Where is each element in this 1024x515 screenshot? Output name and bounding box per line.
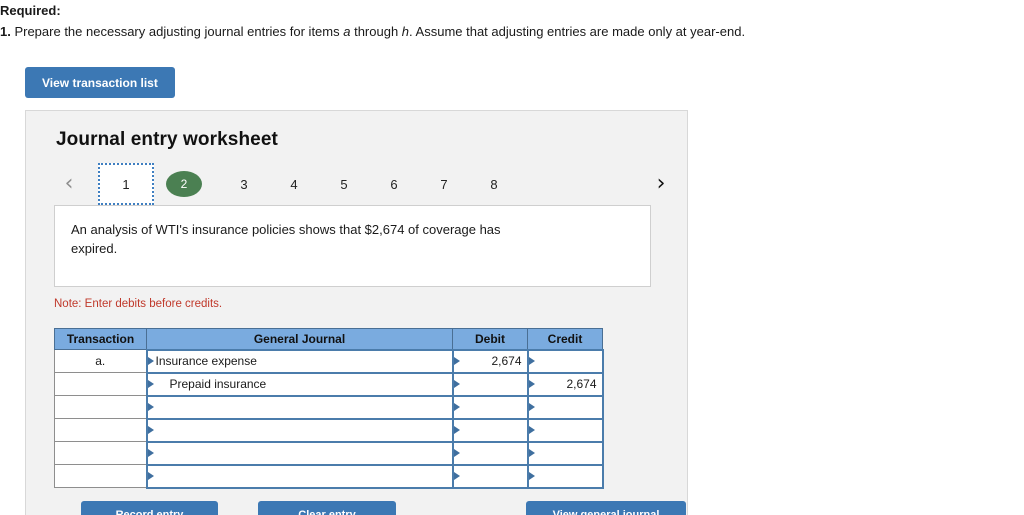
cell-account[interactable]: Insurance expense xyxy=(145,348,454,374)
required-instruction: 1. Prepare the necessary adjusting journ… xyxy=(0,19,1000,41)
cell-credit[interactable] xyxy=(526,348,604,374)
cell-marker-icon xyxy=(453,472,460,480)
view-transaction-list-button[interactable]: View transaction list xyxy=(25,67,175,98)
cell-marker-icon xyxy=(147,403,154,411)
clear-entry-button[interactable]: Clear entry xyxy=(258,501,396,515)
table-row xyxy=(54,440,604,466)
cell-debit[interactable] xyxy=(451,394,529,420)
chevron-right-icon[interactable]: › xyxy=(646,163,676,205)
required-item-to: h xyxy=(401,24,410,39)
required-section: Required: 1. Prepare the necessary adjus… xyxy=(0,0,1000,41)
cell-debit[interactable] xyxy=(451,417,529,443)
cell-credit-value: 2,674 xyxy=(566,377,597,391)
cell-marker-icon xyxy=(453,357,460,365)
tab-entry-4[interactable]: 4 xyxy=(276,163,312,205)
required-number: 1. xyxy=(0,24,11,39)
table-row xyxy=(54,417,604,443)
table-row xyxy=(54,463,604,489)
cell-account-value: Insurance expense xyxy=(155,354,257,368)
panel-title: Journal entry worksheet xyxy=(56,129,278,150)
cell-debit[interactable]: 2,674 xyxy=(451,348,529,374)
cell-account-value: Prepaid insurance xyxy=(169,377,267,391)
cell-marker-icon xyxy=(528,472,535,480)
table-header-row: Transaction General Journal Debit Credit xyxy=(54,328,603,350)
cell-marker-icon xyxy=(147,357,154,365)
chevron-left-icon[interactable]: ‹ xyxy=(54,163,84,205)
column-header-general-journal: General Journal xyxy=(146,328,453,350)
cell-account[interactable] xyxy=(145,440,454,466)
cell-marker-icon xyxy=(528,380,535,388)
worksheet-tab-strip: ‹ 1 2 3 4 5 6 7 8 › xyxy=(54,163,676,205)
cell-account[interactable] xyxy=(145,394,454,420)
cell-transaction[interactable] xyxy=(54,464,147,488)
cell-transaction[interactable] xyxy=(54,418,147,442)
tab-entry-7[interactable]: 7 xyxy=(426,163,462,205)
tab-entry-5[interactable]: 5 xyxy=(326,163,362,205)
cell-credit[interactable]: 2,674 xyxy=(526,371,604,397)
cell-marker-icon xyxy=(528,403,535,411)
table-row: Prepaid insurance 2,674 xyxy=(54,371,604,397)
tab-entry-6[interactable]: 6 xyxy=(376,163,412,205)
page-root: Required: 1. Prepare the necessary adjus… xyxy=(0,0,1024,515)
cell-transaction[interactable] xyxy=(54,441,147,465)
cell-account[interactable] xyxy=(145,417,454,443)
cell-marker-icon xyxy=(453,426,460,434)
cell-account[interactable] xyxy=(145,463,454,489)
cell-marker-icon xyxy=(528,449,535,457)
journal-entry-worksheet-panel: Journal entry worksheet ‹ 1 2 3 4 5 6 7 … xyxy=(25,110,688,515)
cell-account[interactable]: Prepaid insurance xyxy=(145,371,454,397)
tab-entry-2[interactable]: 2 xyxy=(166,171,202,197)
view-general-journal-button[interactable]: View general journal xyxy=(526,501,686,515)
cell-marker-icon xyxy=(453,449,460,457)
table-row xyxy=(54,394,604,420)
column-header-debit: Debit xyxy=(452,328,528,350)
table-row: a. Insurance expense 2,674 xyxy=(54,348,604,374)
cell-transaction[interactable] xyxy=(54,372,147,396)
column-header-credit: Credit xyxy=(527,328,603,350)
cell-marker-icon xyxy=(147,426,154,434)
journal-entry-table: Transaction General Journal Debit Credit… xyxy=(54,328,604,489)
cell-transaction[interactable] xyxy=(54,395,147,419)
cell-marker-icon xyxy=(528,426,535,434)
cell-credit[interactable] xyxy=(526,394,604,420)
cell-credit[interactable] xyxy=(526,440,604,466)
cell-marker-icon xyxy=(147,449,154,457)
required-text-1: Prepare the necessary adjusting journal … xyxy=(10,24,344,39)
required-text-3: . Assume that adjusting entries are made… xyxy=(409,24,746,39)
question-text: An analysis of WTI's insurance policies … xyxy=(71,222,501,256)
required-text-2: through xyxy=(350,24,402,39)
cell-debit[interactable] xyxy=(451,440,529,466)
record-entry-button[interactable]: Record entry xyxy=(81,501,218,515)
cell-marker-icon xyxy=(528,357,535,365)
tab-entry-3[interactable]: 3 xyxy=(226,163,262,205)
cell-credit[interactable] xyxy=(526,463,604,489)
debits-before-credits-note: Note: Enter debits before credits. xyxy=(54,298,223,310)
cell-debit[interactable] xyxy=(451,371,529,397)
question-box: An analysis of WTI's insurance policies … xyxy=(54,205,651,287)
cell-marker-icon xyxy=(453,403,460,411)
cell-marker-icon xyxy=(147,472,154,480)
tab-entry-8[interactable]: 8 xyxy=(476,163,512,205)
cell-marker-icon xyxy=(147,380,154,388)
tab-entry-1[interactable]: 1 xyxy=(98,163,154,205)
cell-credit[interactable] xyxy=(526,417,604,443)
column-header-transaction: Transaction xyxy=(54,328,147,350)
cell-marker-icon xyxy=(453,380,460,388)
cell-debit[interactable] xyxy=(451,463,529,489)
cell-debit-value: 2,674 xyxy=(491,354,522,368)
cell-transaction[interactable]: a. xyxy=(54,349,147,373)
required-label: Required: xyxy=(0,3,61,18)
